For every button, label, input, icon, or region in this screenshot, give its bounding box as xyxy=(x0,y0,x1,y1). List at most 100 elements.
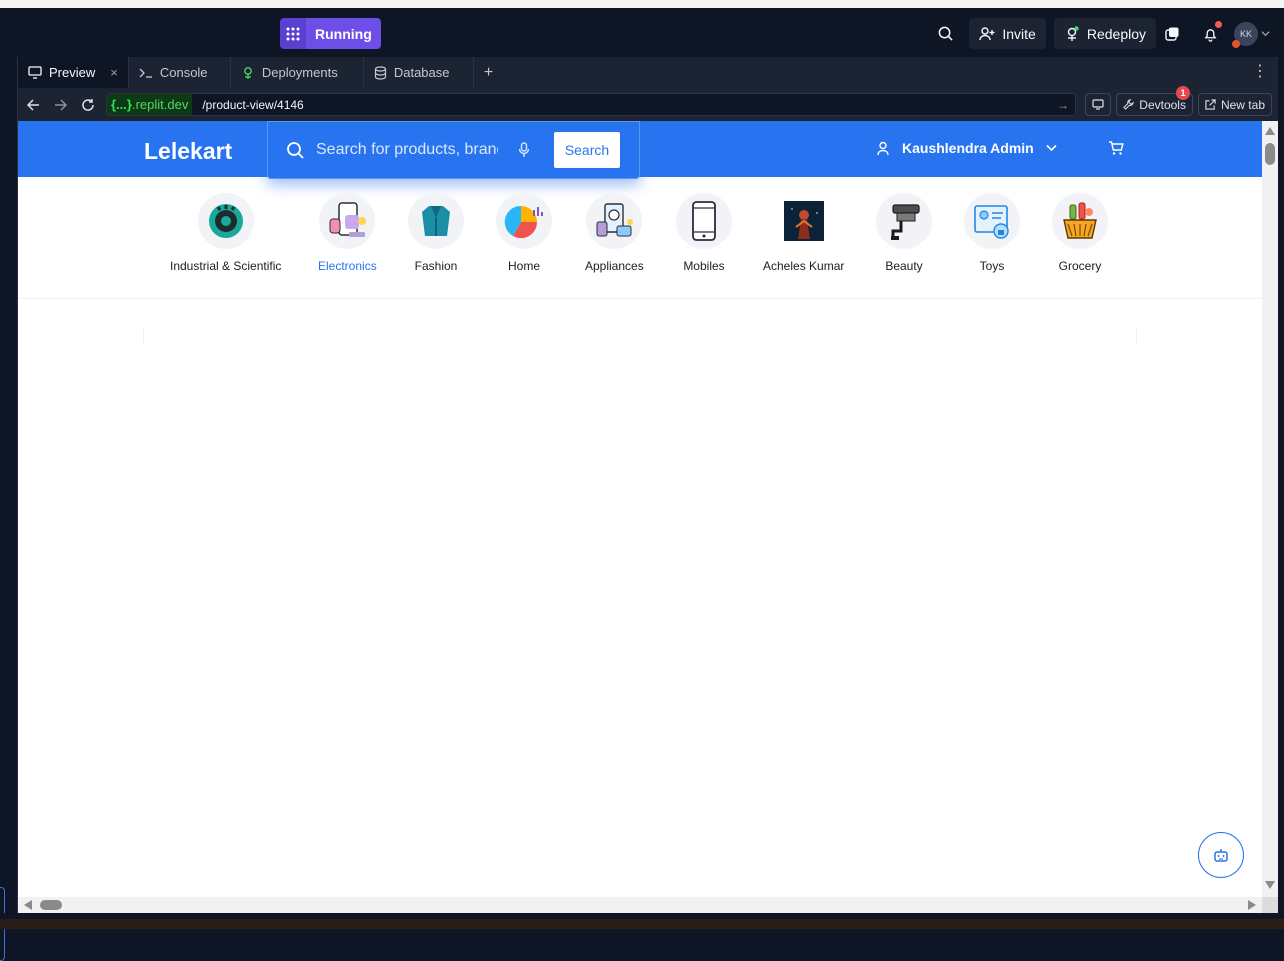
category-label: Mobiles xyxy=(683,259,725,273)
invite-button[interactable]: Invite xyxy=(969,18,1046,49)
product-content-placeholder xyxy=(143,326,1137,344)
category-grocery[interactable]: Grocery xyxy=(1052,193,1108,273)
forward-button[interactable] xyxy=(47,92,74,119)
device-toggle-button[interactable] xyxy=(1085,93,1112,116)
industrial-gear-icon xyxy=(197,193,254,249)
tab-preview-label: Preview xyxy=(49,65,96,80)
monitor-icon xyxy=(1092,99,1104,110)
robot-icon xyxy=(1214,849,1228,862)
run-button[interactable]: Running xyxy=(280,18,381,49)
electronics-icon xyxy=(319,193,376,249)
category-label: Industrial & Scientific xyxy=(170,259,282,273)
add-tab-button[interactable]: + xyxy=(474,57,503,88)
category-mobiles[interactable]: Mobiles xyxy=(676,193,732,273)
reload-button[interactable] xyxy=(74,92,101,119)
id-card-icon xyxy=(964,193,1020,249)
category-label: Home xyxy=(507,259,540,273)
devtools-button[interactable]: Devtools 1 xyxy=(1116,86,1193,116)
monitor-icon xyxy=(28,66,42,79)
run-button-label: Running xyxy=(306,18,381,49)
beauty-icon xyxy=(876,193,932,249)
arrow-left-icon xyxy=(27,99,39,111)
tab-database-label: Database xyxy=(393,65,450,80)
url-host: {...} .replit.dev xyxy=(107,94,193,115)
scroll-right-icon[interactable] xyxy=(1248,900,1256,910)
site-logo[interactable]: Lelekart xyxy=(144,138,232,165)
tab-deployments[interactable]: Deployments xyxy=(231,57,364,88)
preview-panel-header: Preview × Console Deployments Database +… xyxy=(18,57,1278,121)
horizontal-scrollbar[interactable] xyxy=(18,897,1262,913)
window-top-strip xyxy=(0,0,1284,8)
category-label: Electronics xyxy=(318,259,377,273)
scroll-down-icon[interactable] xyxy=(1265,881,1275,889)
search-icon xyxy=(939,26,953,41)
category-label: Beauty xyxy=(885,259,923,273)
database-icon xyxy=(374,65,386,80)
multiplayer-button[interactable] xyxy=(1156,18,1187,49)
devtools-badge: 1 xyxy=(1175,86,1190,100)
bottom-edge xyxy=(0,913,1284,929)
category-label: Appliances xyxy=(585,259,644,273)
appliances-icon xyxy=(586,193,643,249)
chevron-down-icon xyxy=(1261,31,1270,37)
category-electronics[interactable]: Electronics xyxy=(318,193,377,273)
category-image-icon xyxy=(776,193,832,249)
grocery-basket-icon xyxy=(1052,193,1108,249)
add-user-icon xyxy=(979,26,995,40)
category-toys[interactable]: Toys xyxy=(964,193,1020,273)
scroll-corner xyxy=(1262,897,1278,913)
deploy-icon xyxy=(1067,25,1079,41)
notification-dot xyxy=(1215,21,1222,28)
user-menu[interactable]: Kaushlendra Admin xyxy=(876,140,1057,156)
redeploy-button[interactable]: Redeploy xyxy=(1053,18,1156,49)
category-home[interactable]: Home xyxy=(496,193,552,273)
ide-topbar: Running Invite Redeploy KK xyxy=(0,8,1284,57)
scroll-up-icon[interactable] xyxy=(1265,127,1275,135)
tab-deployments-label: Deployments xyxy=(261,65,338,80)
tab-console[interactable]: Console xyxy=(129,57,231,88)
new-tab-button[interactable]: New tab xyxy=(1197,93,1272,116)
account-menu[interactable]: KK xyxy=(1232,21,1270,48)
user-name: Kaushlendra Admin xyxy=(902,140,1034,156)
category-beauty[interactable]: Beauty xyxy=(876,193,932,273)
category-label: Grocery xyxy=(1058,259,1102,273)
go-arrow-icon[interactable]: → xyxy=(1057,98,1075,112)
back-button[interactable] xyxy=(20,92,47,119)
chatbot-button[interactable] xyxy=(1198,832,1244,878)
site-header: Lelekart Search for products, brands and… xyxy=(18,121,1262,179)
search-button[interactable] xyxy=(930,18,961,49)
reload-icon xyxy=(81,99,94,111)
terminal-icon xyxy=(139,68,152,78)
category-fashion[interactable]: Fashion xyxy=(408,193,464,273)
vertical-scrollbar[interactable] xyxy=(1262,121,1278,897)
search-button[interactable]: Search xyxy=(554,132,620,168)
category-industrial-scientific[interactable]: Industrial & Scientific xyxy=(170,193,281,273)
scroll-left-icon[interactable] xyxy=(24,900,32,910)
mobile-phone-icon xyxy=(676,193,732,249)
left-rail xyxy=(0,57,18,961)
new-tab-label: New tab xyxy=(1220,97,1265,112)
tab-close-icon[interactable]: × xyxy=(110,65,118,80)
arrow-right-icon xyxy=(55,99,67,111)
url-path[interactable]: /product-view/4146 xyxy=(192,98,1057,112)
pane-tabs: Preview × Console Deployments Database + xyxy=(18,57,503,88)
scroll-thumb[interactable] xyxy=(1265,143,1275,165)
user-icon xyxy=(877,141,889,155)
chevron-down-icon xyxy=(1046,144,1057,152)
scroll-thumb[interactable] xyxy=(40,900,62,910)
category-appliances[interactable]: Appliances xyxy=(585,193,644,273)
external-link-icon xyxy=(1205,99,1216,110)
search-input[interactable]: Search for products, brands and more xyxy=(316,141,498,159)
url-bar[interactable]: {...} .replit.dev /product-view/4146 → xyxy=(106,93,1076,116)
notifications-button[interactable] xyxy=(1195,18,1226,49)
tab-console-label: Console xyxy=(159,65,208,80)
tab-preview[interactable]: Preview × xyxy=(18,57,129,88)
category-acheles-kumar[interactable]: Acheles Kumar xyxy=(763,193,844,273)
cart-button[interactable] xyxy=(1108,140,1124,161)
microphone-icon[interactable] xyxy=(518,142,530,158)
tab-database[interactable]: Database xyxy=(364,57,474,88)
devtools-label: Devtools xyxy=(1139,97,1186,112)
more-options-icon[interactable]: ⋮ xyxy=(1252,64,1268,80)
preview-viewport: Lelekart Search for products, brands and… xyxy=(18,121,1262,897)
search-bar: Search for products, brands and more Sea… xyxy=(267,121,640,179)
